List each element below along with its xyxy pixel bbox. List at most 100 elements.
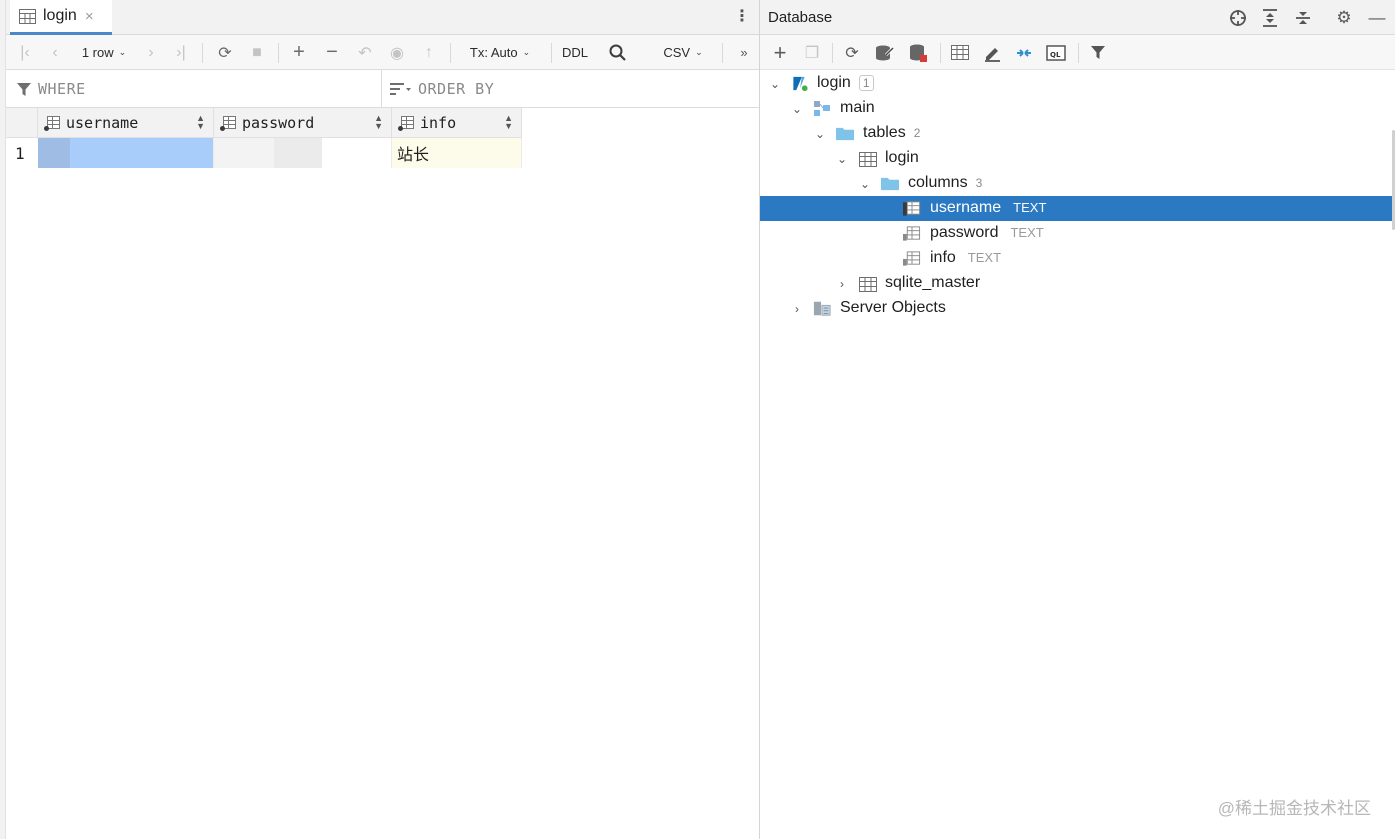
- add-icon[interactable]: +: [766, 35, 794, 70]
- column-header-password[interactable]: password ▲ ▼: [214, 108, 392, 138]
- edit-icon[interactable]: [978, 35, 1006, 70]
- delete-row-icon[interactable]: −: [321, 35, 343, 70]
- last-page-icon[interactable]: ›|: [170, 35, 192, 70]
- tree-label: login: [885, 149, 919, 166]
- table-icon: [859, 152, 877, 167]
- order-by-input[interactable]: ORDER BY: [383, 70, 759, 108]
- minimize-icon[interactable]: —: [1364, 0, 1390, 35]
- tree-node-table-login[interactable]: ⌄ login: [760, 146, 1393, 171]
- column-icon: [220, 115, 236, 131]
- tab-login[interactable]: login ×: [10, 0, 112, 35]
- column-header-info[interactable]: info ▲ ▼: [392, 108, 522, 138]
- tree-label: sqlite_master: [885, 274, 981, 291]
- tree-node-column-info[interactable]: info TEXT: [760, 246, 1393, 271]
- toolbar-separator: [450, 43, 451, 63]
- more-vertical-icon[interactable]: ⋮: [734, 8, 750, 26]
- filter-icon[interactable]: [1084, 35, 1112, 70]
- gear-icon[interactable]: ⚙: [1331, 0, 1357, 35]
- collapse-all-icon[interactable]: [1290, 0, 1316, 35]
- where-filter-input[interactable]: WHERE: [6, 70, 382, 108]
- folder-icon: [881, 177, 899, 191]
- tree-node-schema-main[interactable]: ⌄ main: [760, 96, 1393, 121]
- table-editor-icon[interactable]: [946, 35, 974, 70]
- filter-icon: [17, 82, 31, 96]
- jump-to-console-icon[interactable]: [1010, 35, 1038, 70]
- disconnect-icon[interactable]: [904, 35, 932, 70]
- next-page-icon[interactable]: ›: [140, 35, 162, 70]
- column-icon: [44, 115, 60, 131]
- add-row-icon[interactable]: +: [288, 35, 310, 70]
- chevron-down-icon[interactable]: ⌄: [789, 96, 805, 121]
- chevron-down-icon[interactable]: ⌄: [767, 71, 783, 96]
- chevron-down-icon[interactable]: ⌄: [834, 146, 850, 171]
- tree-node-column-password[interactable]: password TEXT: [760, 221, 1393, 246]
- tree-node-table-sqlite-master[interactable]: › sqlite_master: [760, 271, 1393, 296]
- more-actions-icon[interactable]: »: [734, 35, 754, 70]
- cell-password-redacted[interactable]: [214, 138, 392, 168]
- data-source-properties-icon[interactable]: [870, 35, 898, 70]
- export-format-select[interactable]: CSV ⌄: [658, 35, 708, 70]
- query-console-icon[interactable]: QL: [1042, 35, 1070, 70]
- sqlite-datasource-icon: [793, 76, 808, 92]
- submit-icon[interactable]: ↑: [418, 35, 440, 70]
- expand-all-icon[interactable]: [1257, 0, 1283, 35]
- tree-node-tables-folder[interactable]: ⌄ tables 2: [760, 121, 1393, 146]
- cell-info[interactable]: 站长: [392, 138, 522, 168]
- chevron-down-icon[interactable]: ⌄: [857, 171, 873, 196]
- tree-node-datasource-login[interactable]: ⌄ login 1: [760, 71, 1393, 96]
- column-name: info: [420, 113, 457, 132]
- sort-icon: [390, 83, 411, 95]
- revert-icon[interactable]: ↶: [354, 35, 376, 70]
- row-number-header: [6, 108, 38, 138]
- child-count: 3: [975, 176, 983, 190]
- tree-node-column-username[interactable]: username TEXT: [760, 196, 1393, 221]
- schema-icon: [814, 101, 830, 116]
- duplicate-icon[interactable]: ❐: [798, 35, 826, 70]
- ddl-button[interactable]: DDL: [558, 35, 592, 70]
- sort-toggle-icon[interactable]: ▲ ▼: [374, 114, 383, 131]
- folder-icon: [836, 127, 854, 141]
- row-number[interactable]: 1: [6, 138, 38, 168]
- column-header-username[interactable]: username ▲ ▼: [38, 108, 214, 138]
- first-page-icon[interactable]: |‹: [14, 35, 36, 70]
- watermark-text: @稀土掘金技术社区: [1217, 799, 1371, 818]
- tree-label: tables 2: [863, 124, 921, 141]
- stop-icon[interactable]: ■: [246, 35, 268, 70]
- editor-toolbar: |‹ ‹ 1 row ⌄ › ›| ⟳ ■ + − ↶ ◉ ↑ Tx: Auto ⌄…: [6, 35, 759, 70]
- preview-changes-icon[interactable]: ◉: [386, 35, 408, 70]
- database-toolbar: + ❐ ⟳ QL: [760, 35, 1395, 70]
- tree-node-server-objects[interactable]: › Server Objects: [760, 296, 1393, 321]
- server-objects-icon: [813, 301, 831, 316]
- table-icon: [19, 8, 36, 24]
- column-type: TEXT: [1010, 225, 1044, 240]
- refresh-icon[interactable]: ⟳: [838, 35, 866, 70]
- chevron-down-icon[interactable]: ⌄: [812, 121, 828, 146]
- chevron-right-icon[interactable]: ›: [834, 271, 850, 296]
- locate-icon[interactable]: [1225, 0, 1251, 35]
- sort-toggle-icon[interactable]: ▲ ▼: [504, 114, 513, 131]
- tree-label: columns 3: [908, 174, 983, 191]
- order-by-label: ORDER BY: [418, 80, 495, 98]
- column-icon: [903, 201, 921, 216]
- toolbar-separator: [722, 43, 723, 63]
- search-icon[interactable]: [606, 35, 628, 70]
- column-type: TEXT: [1013, 200, 1047, 215]
- tree-label: password TEXT: [930, 224, 1044, 241]
- row-count-select[interactable]: 1 row ⌄: [76, 35, 132, 70]
- tree-label: info TEXT: [930, 249, 1002, 266]
- panel-title: Database: [768, 9, 833, 26]
- transaction-mode-select[interactable]: Tx: Auto ⌄: [462, 35, 538, 70]
- data-editor-pane: login × ⋮ |‹ ‹ 1 row ⌄ › ›| ⟳ ■ + − ↶ ◉ ↑…: [0, 0, 760, 839]
- tree-label: username TEXT: [930, 199, 1047, 216]
- child-count: 2: [913, 126, 921, 140]
- close-icon[interactable]: ×: [85, 8, 94, 25]
- column-icon: [903, 226, 921, 241]
- sort-toggle-icon[interactable]: ▲ ▼: [196, 114, 205, 131]
- tree-label: main: [840, 99, 875, 116]
- tree-node-columns-folder[interactable]: ⌄ columns 3: [760, 171, 1393, 196]
- previous-page-icon[interactable]: ‹: [44, 35, 66, 70]
- cell-username-redacted[interactable]: [38, 138, 214, 168]
- child-count-badge: 1: [858, 75, 874, 91]
- refresh-icon[interactable]: ⟳: [214, 35, 236, 70]
- chevron-right-icon[interactable]: ›: [789, 296, 805, 321]
